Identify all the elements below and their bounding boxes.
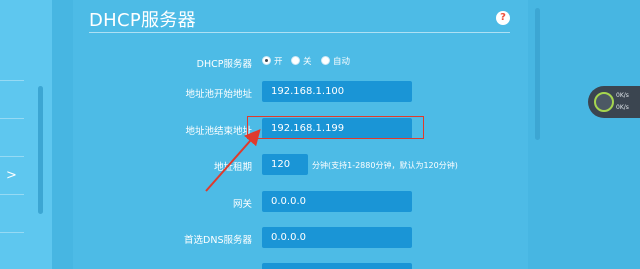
lease-input[interactable]: 120: [262, 154, 308, 175]
radio-auto-label[interactable]: 自动: [333, 55, 350, 67]
sidebar-scrollbar[interactable]: [38, 86, 43, 214]
download-speed: 0K/s: [616, 104, 629, 111]
gateway-input[interactable]: 0.0.0.0: [262, 191, 412, 212]
sidebar-divider: [0, 80, 24, 81]
gateway-label: 网关: [232, 199, 252, 210]
lease-label: 地址租期: [213, 162, 252, 173]
panel-scrollbar[interactable]: [535, 8, 540, 140]
chevron-right-icon[interactable]: >: [6, 168, 17, 183]
sidebar-divider: [0, 232, 24, 233]
sidebar-divider: [0, 194, 24, 195]
pool-start-label: 地址池开始地址: [185, 89, 252, 100]
sidebar-divider: [0, 156, 24, 157]
next-row-input[interactable]: [262, 263, 412, 269]
radio-on-label[interactable]: 开: [274, 55, 283, 67]
radio-on[interactable]: [262, 56, 271, 65]
network-badge-icon: [594, 92, 614, 112]
page-title: DHCP服务器: [89, 10, 196, 31]
title-divider: [89, 32, 510, 33]
highlight-box: [247, 116, 424, 139]
lease-hint: 分钟(支持1-2880分钟，默认为120分钟): [312, 161, 458, 170]
radio-off[interactable]: [291, 56, 300, 65]
sidebar: [0, 0, 52, 269]
pool-start-input[interactable]: 192.168.1.100: [262, 81, 412, 102]
radio-auto[interactable]: [321, 56, 330, 65]
upload-speed: 0K/s: [616, 92, 629, 99]
dns-primary-input[interactable]: 0.0.0.0: [262, 227, 412, 248]
sidebar-divider: [0, 118, 24, 119]
help-icon[interactable]: ?: [496, 11, 510, 25]
pool-end-label: 地址池结束地址: [185, 126, 252, 137]
network-speed-widget[interactable]: 0K/s 0K/s: [588, 86, 640, 118]
dhcp-server-label: DHCP服务器: [196, 59, 252, 70]
radio-off-label[interactable]: 关: [303, 55, 312, 67]
dns-primary-label: 首选DNS服务器: [184, 235, 252, 246]
